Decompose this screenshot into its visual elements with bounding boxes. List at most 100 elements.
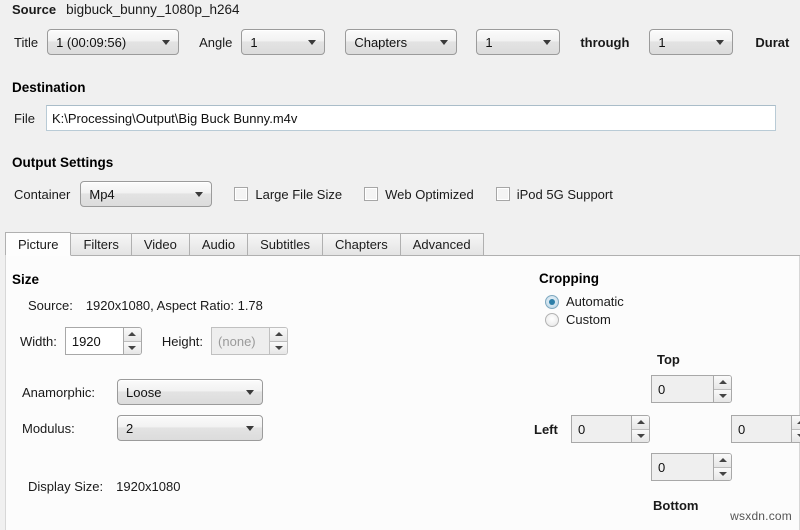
large-file-size-checkbox[interactable]: Large File Size	[234, 187, 342, 202]
width-input[interactable]: 1920	[64, 327, 123, 355]
crop-right-input[interactable]: 0	[731, 415, 791, 443]
web-optimized-checkbox[interactable]: Web Optimized	[364, 187, 474, 202]
crop-left-stepper-buttons[interactable]	[631, 415, 650, 443]
tab-label: Advanced	[412, 237, 471, 252]
container-dropdown[interactable]: Mp4	[80, 181, 213, 207]
crop-bottom-stepper[interactable]: 0	[651, 453, 732, 481]
angle-dropdown[interactable]: 1	[241, 29, 326, 55]
cropping-custom-radio[interactable]: Custom	[545, 312, 611, 327]
anamorphic-label: Anamorphic:	[22, 384, 95, 400]
radio-selected-icon	[545, 294, 559, 309]
width-label: Width:	[20, 333, 57, 349]
crop-top-decrement-button[interactable]	[714, 388, 731, 402]
display-size-value: 1920x1080	[116, 479, 181, 494]
anamorphic-dropdown[interactable]: Loose	[117, 379, 263, 405]
tab-label: Subtitles	[260, 237, 310, 252]
caret-up-icon	[636, 420, 645, 425]
crop-top-stepper[interactable]: 0	[651, 375, 732, 403]
handbrake-window: Source bigbuck_bunny_1080p_h264 Title 1 …	[0, 0, 800, 530]
anamorphic-value: Loose	[126, 384, 162, 400]
angle-label: Angle	[199, 34, 233, 50]
source-resolution-row: Source: 1920x1080, Aspect Ratio: 1.78	[28, 298, 263, 313]
range-type-value: Chapters	[354, 34, 408, 50]
title-label: Title	[14, 34, 39, 50]
crop-right-stepper-buttons[interactable]	[791, 415, 800, 443]
crop-left-stepper[interactable]: 0	[571, 415, 650, 443]
chevron-down-icon	[246, 390, 254, 395]
chevron-down-icon	[162, 40, 171, 45]
ipod-support-checkbox[interactable]: iPod 5G Support	[495, 187, 613, 202]
width-increment-button[interactable]	[123, 328, 141, 341]
height-stepper[interactable]: (none)	[211, 327, 289, 355]
tab-label: Chapters	[335, 237, 388, 252]
crop-right-stepper[interactable]: 0	[731, 415, 800, 443]
crop-left-label: Left	[534, 422, 558, 437]
modulus-dropdown[interactable]: 2	[117, 415, 263, 441]
tab-label: Video	[143, 237, 177, 252]
height-label: Height:	[161, 333, 204, 349]
through-label: through	[580, 34, 630, 50]
crop-left-increment-button[interactable]	[632, 416, 649, 429]
width-stepper-buttons[interactable]	[122, 327, 142, 355]
tab-audio[interactable]: Audio	[188, 233, 249, 256]
display-size-row: Display Size: 1920x1080	[28, 479, 180, 494]
cropping-automatic-radio[interactable]: Automatic	[545, 294, 624, 309]
checkbox-icon	[364, 187, 379, 201]
crop-bottom-stepper-buttons[interactable]	[713, 453, 732, 481]
width-decrement-button[interactable]	[123, 340, 141, 354]
chevron-down-icon	[440, 40, 449, 45]
height-stepper-buttons[interactable]	[269, 327, 289, 355]
tab-label: Audio	[201, 237, 236, 252]
range-type-dropdown[interactable]: Chapters	[345, 29, 458, 55]
crop-top-label: Top	[657, 352, 680, 367]
height-input[interactable]: (none)	[211, 327, 270, 355]
angle-dropdown-value: 1	[250, 34, 258, 50]
chevron-down-icon	[543, 40, 552, 45]
chevron-down-icon	[246, 426, 254, 431]
crop-right-decrement-button[interactable]	[792, 428, 800, 442]
display-size-label: Display Size:	[28, 479, 104, 494]
width-height-row: Width: 1920 Height: (none)	[20, 327, 289, 355]
crop-bottom-decrement-button[interactable]	[714, 466, 731, 480]
modulus-value: 2	[126, 420, 134, 436]
source-resolution-label: Source:	[28, 298, 73, 313]
destination-file-input[interactable]: K:\Processing\Output\Big Buck Bunny.m4v	[45, 105, 776, 131]
source-row: Source bigbuck_bunny_1080p_h264	[12, 2, 240, 17]
height-decrement-button[interactable]	[270, 340, 288, 354]
crop-right-increment-button[interactable]	[792, 416, 800, 429]
tab-subtitles[interactable]: Subtitles	[247, 233, 323, 256]
container-label: Container	[14, 186, 71, 202]
destination-file-row: File K:\Processing\Output\Big Buck Bunny…	[14, 105, 776, 131]
caret-down-icon	[636, 433, 645, 438]
crop-left-input[interactable]: 0	[571, 415, 631, 443]
tab-video[interactable]: Video	[130, 233, 190, 256]
chapter-end-dropdown[interactable]: 1	[649, 29, 734, 55]
crop-top-input[interactable]: 0	[651, 375, 713, 403]
chapter-end-value: 1	[658, 34, 666, 50]
tab-chapters[interactable]: Chapters	[322, 233, 401, 256]
title-dropdown[interactable]: 1 (00:09:56)	[47, 29, 180, 55]
crop-bottom-increment-button[interactable]	[714, 454, 731, 467]
tab-advanced[interactable]: Advanced	[399, 233, 484, 256]
caret-up-icon	[796, 420, 800, 425]
watermark: wsxdn.com	[730, 509, 792, 523]
cropping-heading: Cropping	[539, 271, 599, 286]
duration-label: Durat	[755, 34, 790, 50]
crop-bottom-input[interactable]: 0	[651, 453, 713, 481]
crop-top-increment-button[interactable]	[714, 376, 731, 389]
output-settings-heading: Output Settings	[12, 155, 114, 170]
caret-down-icon	[128, 345, 137, 350]
crop-top-stepper-buttons[interactable]	[713, 375, 732, 403]
crop-left-decrement-button[interactable]	[632, 428, 649, 442]
cropping-automatic-label: Automatic	[566, 294, 624, 309]
width-stepper[interactable]: 1920	[64, 327, 142, 355]
chapter-start-dropdown[interactable]: 1	[476, 29, 561, 55]
source-filename: bigbuck_bunny_1080p_h264	[66, 2, 240, 17]
tab-picture[interactable]: Picture	[5, 232, 72, 256]
source-resolution-value: 1920x1080, Aspect Ratio: 1.78	[85, 298, 263, 313]
caret-up-icon	[718, 380, 727, 385]
radio-unselected-icon	[545, 312, 559, 327]
tab-filters[interactable]: Filters	[70, 233, 132, 256]
caret-up-icon	[128, 332, 137, 337]
height-increment-button[interactable]	[270, 328, 288, 341]
